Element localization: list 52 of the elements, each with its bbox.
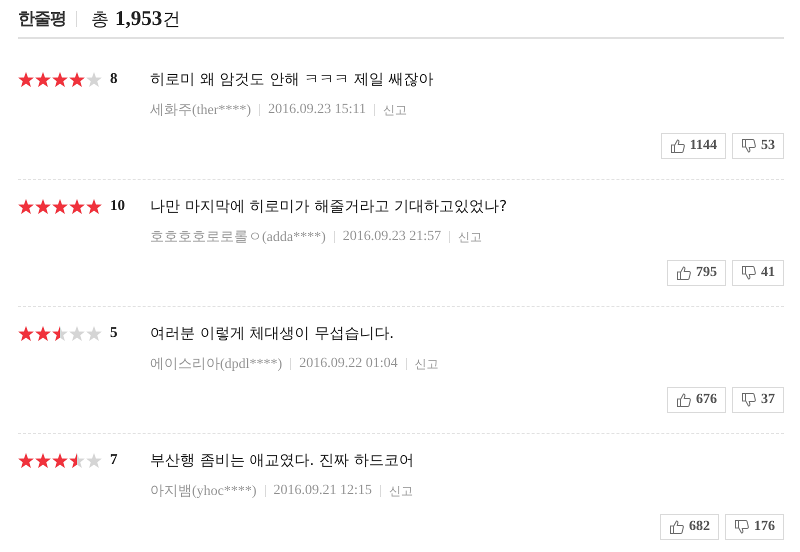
star-icon — [52, 452, 68, 468]
dislike-button[interactable]: 53 — [732, 133, 784, 159]
rating-score: 10 — [110, 198, 125, 214]
review-date: 2016.09.21 12:15 — [274, 483, 372, 499]
star-icon — [69, 326, 85, 340]
rating-score: 7 — [110, 452, 118, 468]
star-icon — [86, 198, 102, 214]
total-count: 1,953 — [115, 6, 162, 31]
count-unit: 건 — [162, 8, 180, 30]
review-text: 여러분 이렇게 체대생이 무섭습니다. — [150, 323, 396, 344]
like-button[interactable]: 1144 — [660, 133, 726, 159]
total-label: 총 — [91, 8, 109, 30]
thumbs-down-icon — [741, 392, 757, 408]
review-date: 2016.09.22 01:04 — [299, 356, 398, 372]
thumbs-down-icon — [741, 265, 757, 281]
thumbs-down-icon — [734, 519, 750, 535]
review-text: 나만 마지막에 히로미가 해줄거라고 기대하고있었나? — [150, 196, 508, 217]
star-icon — [18, 452, 34, 468]
thumbs-up-icon — [676, 265, 692, 281]
star-icon — [35, 452, 51, 468]
thumbs-down-icon — [741, 138, 757, 154]
dislike-button[interactable]: 37 — [732, 387, 784, 413]
rating-score: 5 — [110, 324, 118, 342]
review-text: 히로미 왜 암것도 안해 ㅋㅋㅋ 제일 쌔잖아 — [150, 69, 435, 90]
review-text: 부산행 좀비는 애교였다. 진짜 하드코어 — [150, 450, 415, 471]
star-icon — [35, 198, 51, 214]
section-title: 한줄평 — [18, 8, 66, 30]
dislike-button[interactable]: 176 — [725, 514, 784, 540]
star-icon — [18, 326, 34, 340]
star-icon — [69, 198, 85, 214]
thumbs-up-icon — [670, 138, 686, 154]
star-icon — [52, 326, 68, 340]
like-button[interactable]: 682 — [660, 514, 719, 540]
star-icon — [52, 198, 68, 214]
star-icon — [52, 72, 68, 86]
dislike-button[interactable]: 41 — [732, 260, 784, 286]
like-button[interactable]: 676 — [667, 387, 726, 413]
star-icon — [35, 72, 51, 86]
star-icon — [69, 452, 85, 468]
rating-score: 8 — [110, 70, 118, 88]
star-icon — [86, 326, 102, 340]
star-icon — [18, 198, 34, 214]
star-icon — [35, 326, 51, 340]
review-date: 2016.09.23 15:11 — [268, 102, 366, 118]
like-button[interactable]: 795 — [667, 260, 726, 286]
star-icon — [86, 452, 102, 468]
review-date: 2016.09.23 21:57 — [342, 229, 442, 245]
star-icon — [86, 72, 102, 86]
thumbs-up-icon — [669, 519, 685, 535]
star-icon — [18, 72, 34, 86]
thumbs-up-icon — [676, 392, 692, 408]
star-icon — [69, 72, 85, 86]
